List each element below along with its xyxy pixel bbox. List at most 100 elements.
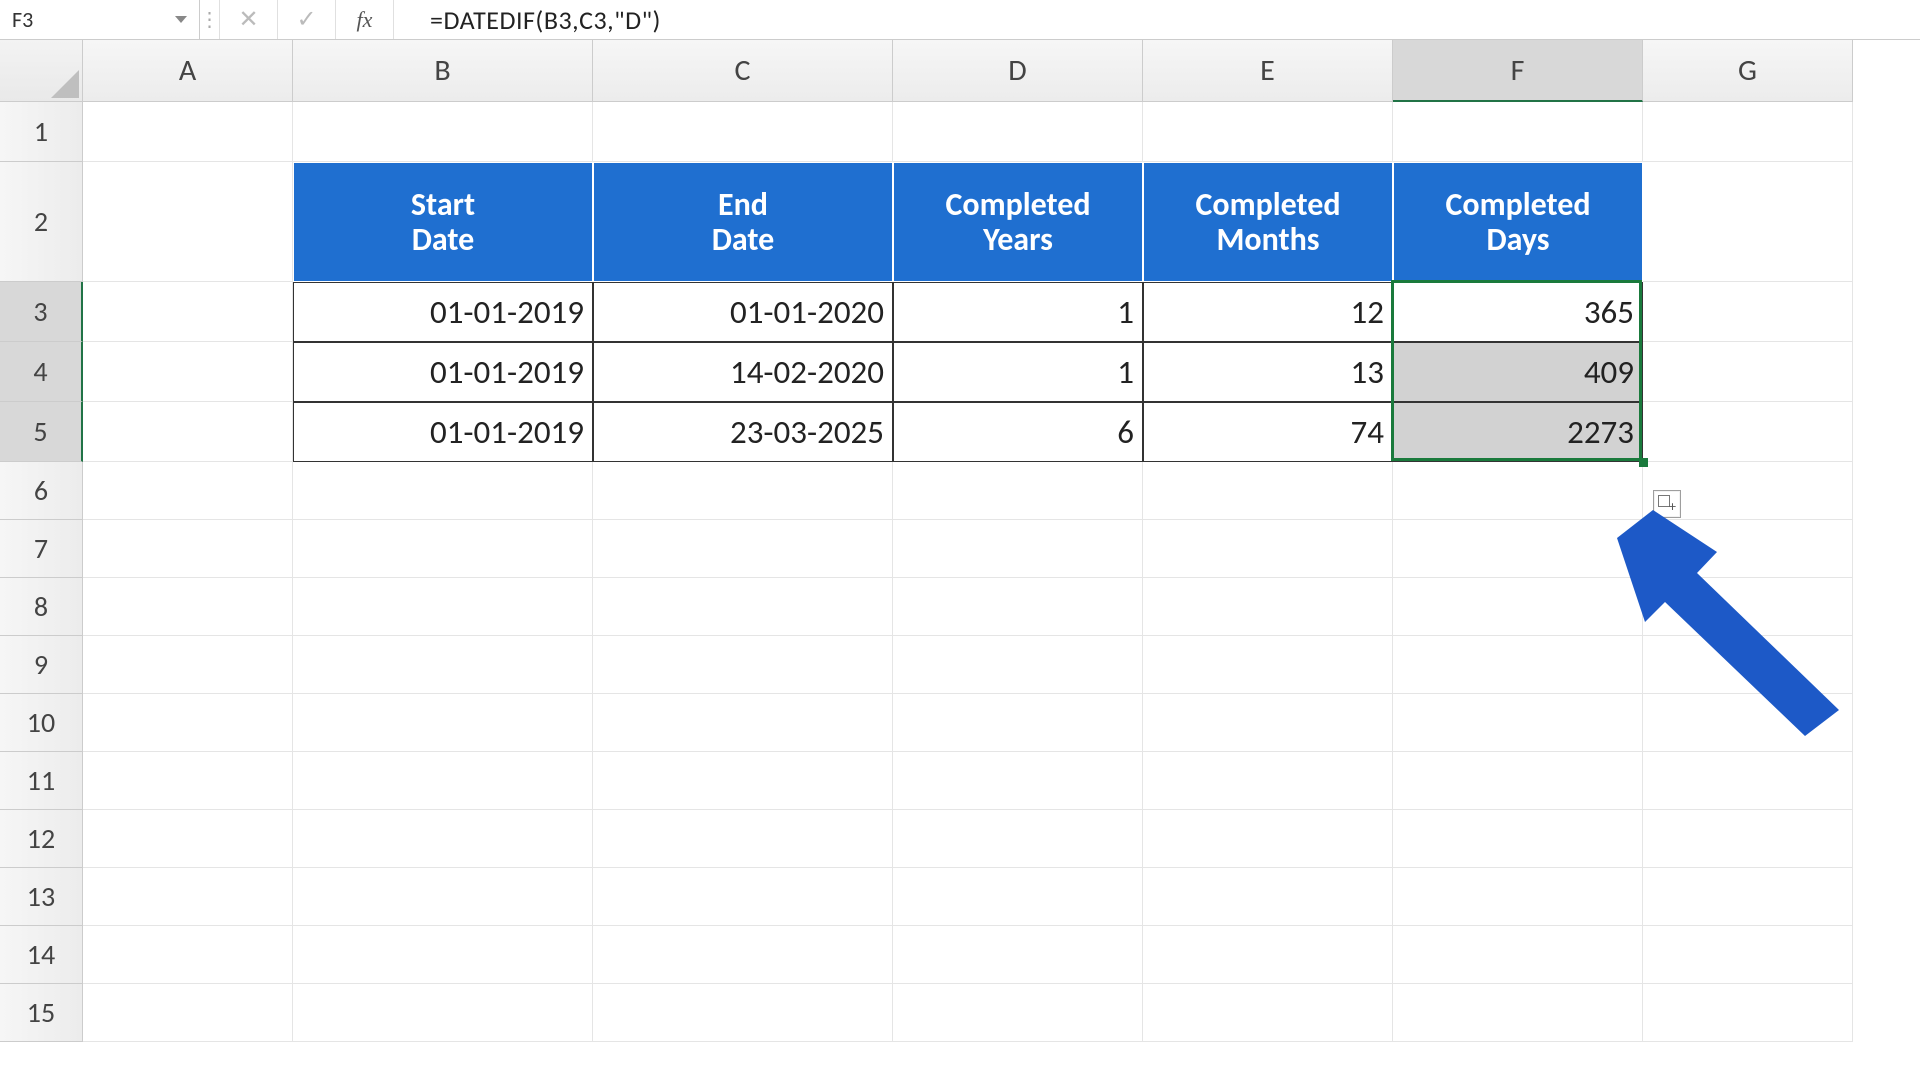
cell-G2[interactable]: [1643, 162, 1853, 282]
cell-F8[interactable]: [1393, 578, 1643, 636]
cell-E7[interactable]: [1143, 520, 1393, 578]
table-cell-C4[interactable]: 14-02-2020: [593, 342, 893, 402]
cell-G15[interactable]: [1643, 984, 1853, 1042]
cell-E12[interactable]: [1143, 810, 1393, 868]
cell-A6[interactable]: [83, 462, 293, 520]
table-header-D[interactable]: CompletedYears: [893, 162, 1143, 282]
cell-F1[interactable]: [1393, 102, 1643, 162]
cell-A1[interactable]: [83, 102, 293, 162]
cell-F13[interactable]: [1393, 868, 1643, 926]
cell-C15[interactable]: [593, 984, 893, 1042]
table-cell-E4[interactable]: 13: [1143, 342, 1393, 402]
cell-E14[interactable]: [1143, 926, 1393, 984]
cell-C9[interactable]: [593, 636, 893, 694]
cell-G9[interactable]: [1643, 636, 1853, 694]
cell-G1[interactable]: [1643, 102, 1853, 162]
cell-B10[interactable]: [293, 694, 593, 752]
select-all-corner[interactable]: [0, 40, 83, 102]
cell-B8[interactable]: [293, 578, 593, 636]
table-cell-F3[interactable]: 365: [1393, 282, 1643, 342]
cell-B12[interactable]: [293, 810, 593, 868]
cell-E8[interactable]: [1143, 578, 1393, 636]
cell-C7[interactable]: [593, 520, 893, 578]
cell-D7[interactable]: [893, 520, 1143, 578]
cell-C13[interactable]: [593, 868, 893, 926]
table-header-B[interactable]: StartDate: [293, 162, 593, 282]
cell-G11[interactable]: [1643, 752, 1853, 810]
cell-A15[interactable]: [83, 984, 293, 1042]
cell-A7[interactable]: [83, 520, 293, 578]
cell-F15[interactable]: [1393, 984, 1643, 1042]
row-header-10[interactable]: 10: [0, 694, 83, 752]
cell-A3[interactable]: [83, 282, 293, 342]
row-header-5[interactable]: 5: [0, 402, 83, 462]
cell-C1[interactable]: [593, 102, 893, 162]
chevron-down-icon[interactable]: [175, 16, 187, 23]
cell-G10[interactable]: [1643, 694, 1853, 752]
cell-E15[interactable]: [1143, 984, 1393, 1042]
cell-G3[interactable]: [1643, 282, 1853, 342]
cell-G5[interactable]: [1643, 402, 1853, 462]
cell-D8[interactable]: [893, 578, 1143, 636]
cell-B9[interactable]: [293, 636, 593, 694]
cell-A5[interactable]: [83, 402, 293, 462]
cell-E11[interactable]: [1143, 752, 1393, 810]
cell-E6[interactable]: [1143, 462, 1393, 520]
table-cell-E3[interactable]: 12: [1143, 282, 1393, 342]
cell-F10[interactable]: [1393, 694, 1643, 752]
cell-B6[interactable]: [293, 462, 593, 520]
cell-B11[interactable]: [293, 752, 593, 810]
cell-C14[interactable]: [593, 926, 893, 984]
cell-C11[interactable]: [593, 752, 893, 810]
cell-E1[interactable]: [1143, 102, 1393, 162]
name-box[interactable]: F3: [0, 0, 200, 39]
cell-A9[interactable]: [83, 636, 293, 694]
row-header-2[interactable]: 2: [0, 162, 83, 282]
row-header-15[interactable]: 15: [0, 984, 83, 1042]
cell-A4[interactable]: [83, 342, 293, 402]
cell-C8[interactable]: [593, 578, 893, 636]
cell-F11[interactable]: [1393, 752, 1643, 810]
table-cell-B4[interactable]: 01-01-2019: [293, 342, 593, 402]
cell-D10[interactable]: [893, 694, 1143, 752]
column-header-G[interactable]: G: [1643, 40, 1853, 102]
cell-E13[interactable]: [1143, 868, 1393, 926]
table-header-C[interactable]: EndDate: [593, 162, 893, 282]
cell-A2[interactable]: [83, 162, 293, 282]
table-cell-B3[interactable]: 01-01-2019: [293, 282, 593, 342]
table-cell-D3[interactable]: 1: [893, 282, 1143, 342]
cell-A13[interactable]: [83, 868, 293, 926]
column-header-F[interactable]: F: [1393, 40, 1643, 102]
row-header-1[interactable]: 1: [0, 102, 83, 162]
row-header-11[interactable]: 11: [0, 752, 83, 810]
enter-icon[interactable]: ✓: [278, 0, 336, 39]
formula-input[interactable]: =DATEDIF(B3,C3,"D"): [394, 0, 1920, 39]
fill-handle[interactable]: [1639, 458, 1648, 467]
column-header-A[interactable]: A: [83, 40, 293, 102]
row-header-9[interactable]: 9: [0, 636, 83, 694]
cell-D9[interactable]: [893, 636, 1143, 694]
table-cell-F5[interactable]: 2273: [1393, 402, 1643, 462]
cell-D12[interactable]: [893, 810, 1143, 868]
cell-D1[interactable]: [893, 102, 1143, 162]
cell-B15[interactable]: [293, 984, 593, 1042]
cell-D13[interactable]: [893, 868, 1143, 926]
cell-B14[interactable]: [293, 926, 593, 984]
cell-G12[interactable]: [1643, 810, 1853, 868]
cell-G7[interactable]: [1643, 520, 1853, 578]
cell-C12[interactable]: [593, 810, 893, 868]
cell-A8[interactable]: [83, 578, 293, 636]
spreadsheet-grid[interactable]: ABCDEFG123456789101112131415StartDateEnd…: [0, 40, 1920, 1080]
row-header-14[interactable]: 14: [0, 926, 83, 984]
cell-F14[interactable]: [1393, 926, 1643, 984]
row-header-3[interactable]: 3: [0, 282, 83, 342]
cell-F12[interactable]: [1393, 810, 1643, 868]
cell-G14[interactable]: [1643, 926, 1853, 984]
row-header-8[interactable]: 8: [0, 578, 83, 636]
cell-D6[interactable]: [893, 462, 1143, 520]
column-header-E[interactable]: E: [1143, 40, 1393, 102]
cell-F7[interactable]: [1393, 520, 1643, 578]
cell-C10[interactable]: [593, 694, 893, 752]
table-cell-F4[interactable]: 409: [1393, 342, 1643, 402]
cell-A12[interactable]: [83, 810, 293, 868]
